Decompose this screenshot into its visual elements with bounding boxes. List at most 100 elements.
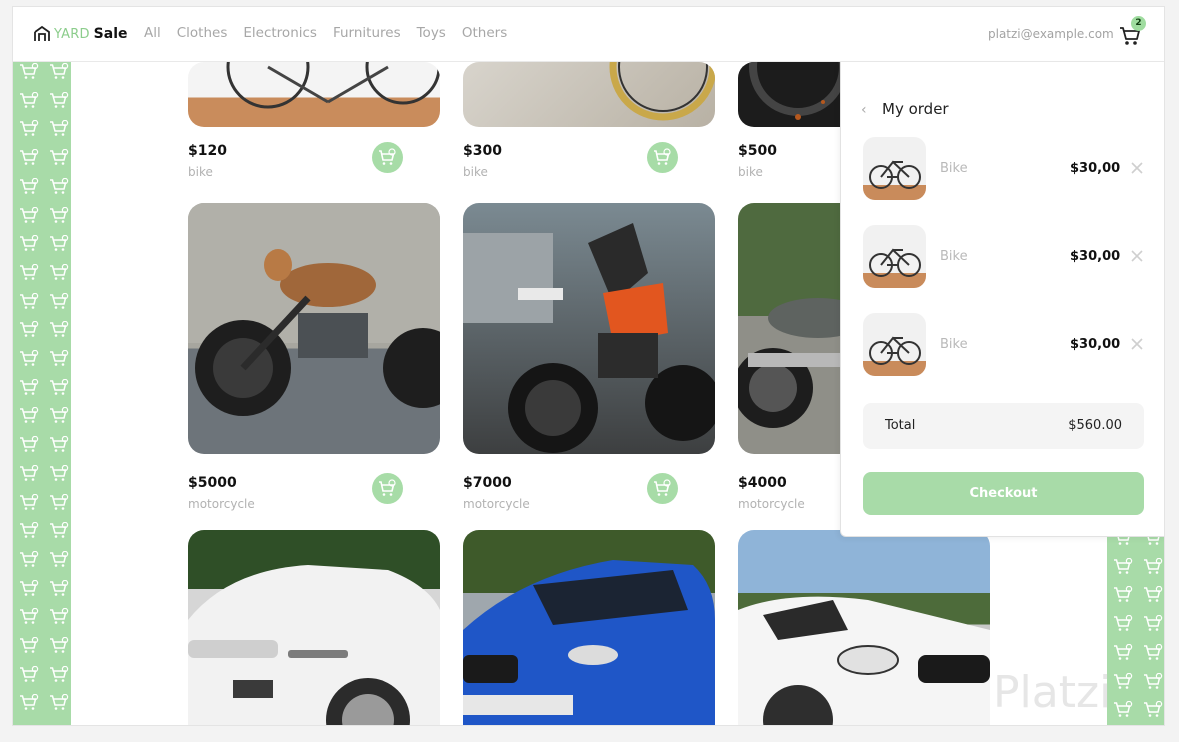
add-to-cart-icon [379, 148, 396, 165]
cart-pattern-icon [19, 464, 39, 483]
product-image[interactable] [188, 203, 440, 454]
product-price: $120 [188, 143, 227, 159]
product-category: bike [188, 165, 213, 179]
order-item: Bike $30,00 [863, 313, 1147, 377]
cart-pattern-icon [49, 435, 69, 454]
bicycle-thumbnail [863, 313, 926, 376]
nav-link-all[interactable]: All [144, 25, 161, 41]
order-item-price: $30,00 [1070, 249, 1121, 264]
cart-pattern-icon [1143, 614, 1163, 633]
car-illustration [188, 565, 440, 725]
product-card[interactable] [738, 530, 990, 725]
cart-pattern-icon [49, 550, 69, 569]
close-icon[interactable] [1130, 337, 1144, 351]
product-image[interactable] [463, 62, 715, 127]
bicycle-thumbnail [863, 225, 926, 288]
cart-pattern-icon [49, 148, 69, 167]
order-item-price: $30,00 [1070, 337, 1121, 352]
order-title: My order [882, 100, 949, 118]
logo[interactable]: YARD Sale [33, 23, 128, 45]
product-price: $4000 [738, 475, 787, 491]
add-to-cart-button[interactable] [372, 473, 403, 504]
order-item-image [863, 137, 926, 200]
cart-pattern-icon [19, 91, 39, 110]
product-price: $500 [738, 143, 777, 159]
product-image[interactable] [463, 203, 715, 454]
cart-pattern-icon [19, 177, 39, 196]
nav-link-toys[interactable]: Toys [417, 25, 446, 41]
motorcycle-illustration [188, 203, 440, 416]
app-frame: YARD Sale All Clothes Electronics Furnit… [12, 6, 1165, 726]
cart-pattern-icon [49, 636, 69, 655]
cart-pattern-icon [49, 378, 69, 397]
logo-text-sale: Sale [93, 26, 128, 42]
cart-pattern-icon [1143, 586, 1163, 604]
category-nav: All Clothes Electronics Furnitures Toys … [144, 25, 523, 41]
product-card[interactable]: $120 bike [188, 62, 440, 192]
product-image[interactable] [188, 62, 440, 127]
cart-pattern-icon [19, 493, 39, 512]
cart-pattern-icon [19, 62, 39, 81]
order-item-price: $30,00 [1070, 161, 1121, 176]
logo-text-yard: YARD [54, 26, 90, 42]
cart-pattern-icon [49, 521, 69, 540]
product-card[interactable]: $5000 motorcycle [188, 203, 440, 513]
cart-pattern-icon [49, 263, 69, 282]
order-item-name: Bike [940, 161, 968, 176]
product-category: motorcycle [738, 497, 805, 511]
product-card[interactable]: $7000 motorcycle [463, 203, 715, 513]
cart-pattern-icon [49, 464, 69, 483]
my-order-panel: ‹ My order Bike $30,00 Bike $30,00 Bike … [840, 62, 1164, 537]
close-icon[interactable] [1130, 249, 1144, 263]
product-card[interactable]: $300 bike [463, 62, 715, 192]
shopping-cart-button[interactable]: 2 [1119, 16, 1147, 47]
cart-pattern-icon [19, 263, 39, 282]
cart-pattern-icon [19, 694, 39, 712]
user-email[interactable]: platzi@example.com [988, 27, 1114, 41]
cart-pattern-icon [49, 608, 69, 626]
cart-pattern-icon [19, 608, 39, 626]
close-icon[interactable] [1130, 161, 1144, 175]
product-price: $300 [463, 143, 502, 159]
cart-pattern-icon [1143, 643, 1163, 662]
cart-pattern-icon [19, 378, 39, 397]
nav-link-furnitures[interactable]: Furnitures [333, 25, 401, 41]
cart-pattern-icon [19, 120, 39, 138]
add-to-cart-button[interactable] [647, 473, 678, 504]
add-to-cart-icon [654, 479, 671, 496]
add-to-cart-button[interactable] [647, 142, 678, 173]
cart-pattern-icon [49, 694, 69, 712]
bicycle-thumbnail [863, 137, 926, 200]
cart-pattern-icon [49, 407, 69, 425]
navbar: YARD Sale All Clothes Electronics Furnit… [13, 7, 1164, 62]
product-card[interactable] [463, 530, 715, 725]
platzi-watermark: Platzi [993, 667, 1112, 718]
product-image[interactable] [188, 530, 440, 725]
cart-pattern-icon [19, 550, 39, 569]
product-category: bike [463, 165, 488, 179]
nav-link-electronics[interactable]: Electronics [243, 25, 317, 41]
product-image[interactable] [738, 530, 990, 725]
cart-pattern-icon [19, 665, 39, 684]
checkout-button[interactable]: Checkout [863, 472, 1144, 515]
cart-pattern-icon [19, 148, 39, 167]
cart-pattern-icon [19, 349, 39, 368]
nav-link-clothes[interactable]: Clothes [177, 25, 228, 41]
product-image[interactable] [463, 530, 715, 725]
nav-link-others[interactable]: Others [462, 25, 507, 41]
product-card[interactable] [188, 530, 440, 725]
cart-pattern-icon [49, 234, 69, 253]
add-to-cart-icon [654, 148, 671, 165]
add-to-cart-button[interactable] [372, 142, 403, 173]
cart-pattern-icon [19, 579, 39, 598]
product-category: motorcycle [463, 497, 530, 511]
order-total: Total $560.00 [863, 403, 1144, 449]
total-label: Total [885, 418, 916, 433]
decorative-cart-pattern-right [1107, 527, 1164, 725]
cart-pattern-icon [49, 321, 69, 339]
cart-pattern-icon [1113, 643, 1133, 662]
product-category: motorcycle [188, 497, 255, 511]
cart-pattern-icon [49, 177, 69, 196]
cart-count-badge: 2 [1131, 16, 1146, 31]
chevron-left-icon[interactable]: ‹ [861, 102, 875, 118]
